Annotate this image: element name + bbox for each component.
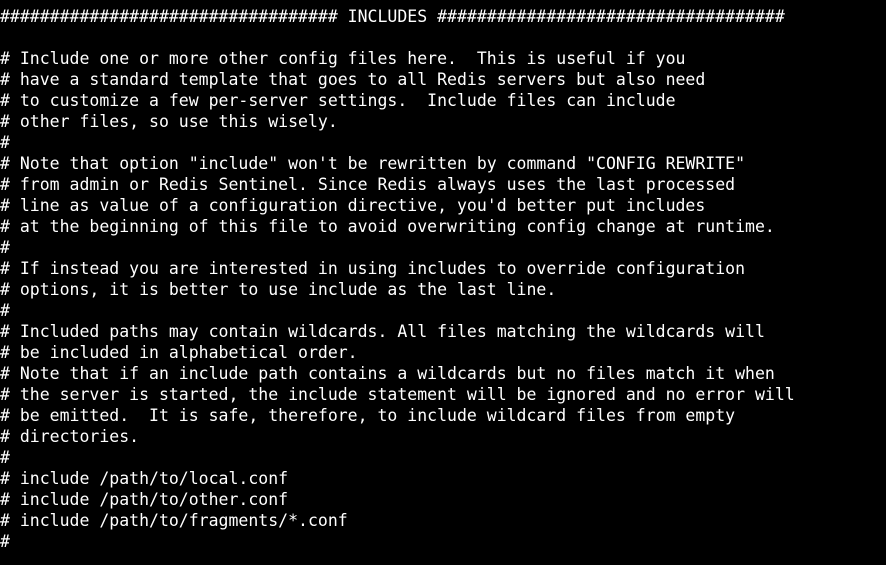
comment-line: # the server is started, the include sta… [0, 385, 795, 404]
comment-line: # [0, 301, 10, 320]
include-example-line: # include /path/to/fragments/*.conf [0, 511, 348, 530]
section-header-line: ################################## INCLU… [0, 7, 785, 26]
terminal-output[interactable]: ################################## INCLU… [0, 6, 886, 565]
include-example-line: # include /path/to/other.conf [0, 490, 289, 509]
comment-line: # Note that option "include" won't be re… [0, 154, 746, 173]
comment-line: # Included paths may contain wildcards. … [0, 322, 765, 341]
comment-line: # at the beginning of this file to avoid… [0, 217, 775, 236]
comment-line: # [0, 448, 10, 467]
comment-line: # line as value of a configuration direc… [0, 196, 706, 215]
comment-line: # be emitted. It is safe, therefore, to … [0, 406, 736, 425]
comment-line: # [0, 238, 10, 257]
comment-line: # be included in alphabetical order. [0, 343, 358, 362]
comment-line: # Include one or more other config files… [0, 49, 686, 68]
include-example-line: # include /path/to/local.conf [0, 469, 289, 488]
comment-line: # from admin or Redis Sentinel. Since Re… [0, 175, 736, 194]
comment-line: # have a standard template that goes to … [0, 70, 706, 89]
comment-line: # other files, so use this wisely. [0, 112, 338, 131]
comment-line: # [0, 532, 10, 551]
comment-line: # [0, 133, 10, 152]
comment-line: # directories. [0, 427, 140, 446]
comment-line: # options, it is better to use include a… [0, 280, 557, 299]
comment-line: # If instead you are interested in using… [0, 259, 746, 278]
comment-line: # to customize a few per-server settings… [0, 91, 676, 110]
comment-line: # Note that if an include path contains … [0, 364, 775, 383]
